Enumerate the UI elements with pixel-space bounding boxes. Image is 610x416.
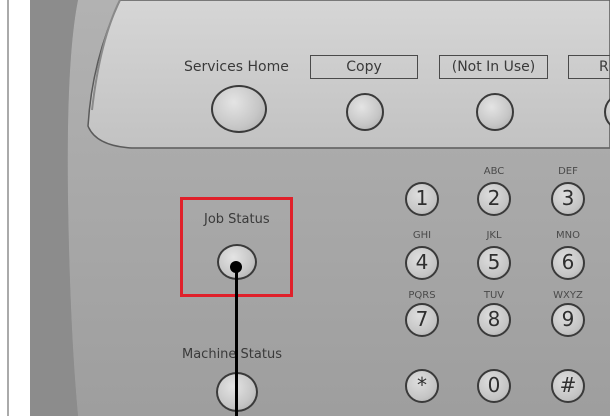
keypad-key-label: # (559, 373, 577, 397)
keypad-letters-label: WXYZ (553, 290, 583, 301)
not-in-use-button[interactable] (476, 93, 514, 131)
keypad-letters-label: MNO (556, 230, 580, 241)
keypad-key-label: * (417, 373, 427, 397)
services-home-button[interactable] (211, 85, 267, 133)
keypad-letters-label: GHI (412, 230, 432, 241)
keypad-letters-label: TUV (483, 290, 505, 301)
keypad-key-label: 2 (487, 186, 501, 210)
keypad-key-label: 0 (487, 373, 501, 397)
keypad-key-label: 7 (415, 307, 429, 331)
keypad-letters-label: JKL (486, 230, 502, 241)
keypad-key-label: 1 (415, 186, 429, 210)
keypad-letters-label: PQRS (408, 290, 436, 301)
keypad-letters-label: ABC (483, 166, 505, 177)
services-home-label: Services Home (184, 59, 289, 75)
keypad-letters-label: DEF (558, 166, 578, 177)
machine-status-label: Machine Status (182, 347, 282, 362)
keypad-key-label: 9 (561, 307, 575, 331)
keypad-key-label: 8 (487, 307, 501, 331)
callout-dot (230, 261, 242, 273)
keypad-key-label: 5 (487, 250, 501, 274)
not-in-use-label: (Not In Use) (439, 55, 548, 79)
keypad-key-label: 3 (561, 186, 575, 210)
copy-button[interactable] (346, 93, 384, 131)
control-panel: Services Home Copy (Not In Use) R Job St… (0, 0, 610, 416)
keypad-key-label: 6 (561, 250, 575, 274)
keypad-key-label: 4 (415, 250, 429, 274)
callout-line (235, 266, 238, 416)
copy-label: Copy (310, 55, 418, 79)
partial-label: R (568, 55, 610, 79)
